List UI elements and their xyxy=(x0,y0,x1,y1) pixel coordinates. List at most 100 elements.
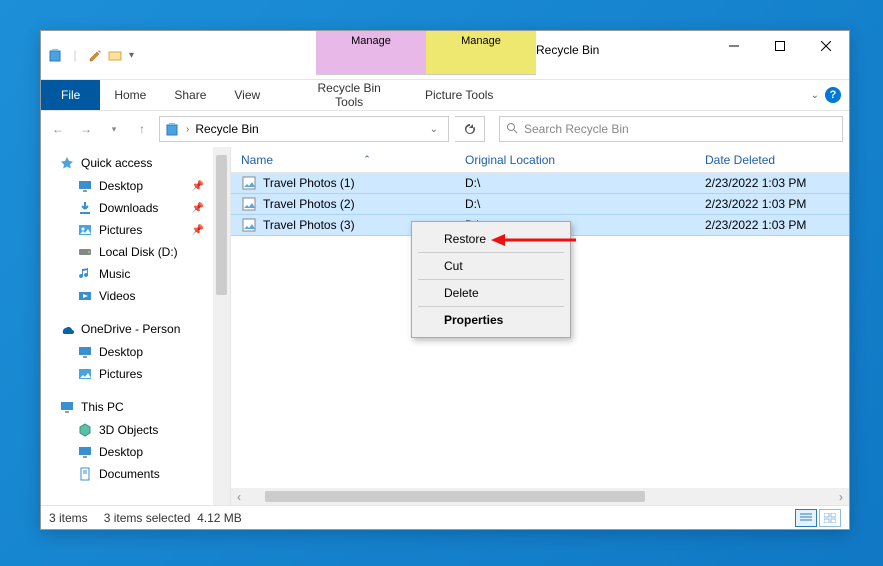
sidebar-item-label: Pictures xyxy=(99,223,142,237)
horizontal-scrollbar[interactable]: ‹ › xyxy=(231,488,849,505)
pin-icon: 📌 xyxy=(192,203,204,214)
sidebar-item-quick-access[interactable]: Quick access xyxy=(41,151,230,175)
context-menu-restore[interactable]: Restore xyxy=(418,226,564,253)
cell-date: 2/23/2022 1:03 PM xyxy=(701,218,849,232)
sidebar-item-pictures[interactable]: Pictures 📌 xyxy=(41,219,230,241)
cell-date: 2/23/2022 1:03 PM xyxy=(701,176,849,190)
documents-icon xyxy=(77,466,93,482)
table-row[interactable]: Travel Photos (2) D:\ 2/23/2022 1:03 PM xyxy=(231,194,849,215)
disk-icon xyxy=(77,244,93,260)
scrollbar-thumb[interactable] xyxy=(216,155,227,295)
help-icon[interactable]: ? xyxy=(825,87,841,103)
sidebar-item-pc-desktop[interactable]: Desktop xyxy=(41,441,230,463)
pin-icon: 📌 xyxy=(192,181,204,192)
search-input[interactable]: Search Recycle Bin xyxy=(499,116,843,142)
scrollbar-thumb[interactable] xyxy=(265,491,645,502)
sidebar-item-local-disk[interactable]: Local Disk (D:) xyxy=(41,241,230,263)
picture-file-icon xyxy=(241,196,257,212)
pin-icon: 📌 xyxy=(192,225,204,236)
sidebar-item-label: Videos xyxy=(99,289,135,303)
context-menu-cut[interactable]: Cut xyxy=(418,253,564,280)
view-details-button[interactable] xyxy=(795,509,817,527)
ribbon-expand-icon[interactable]: ⌄ xyxy=(811,90,819,101)
search-placeholder: Search Recycle Bin xyxy=(524,122,629,136)
qat-sep-icon: | xyxy=(67,47,83,63)
cell-date: 2/23/2022 1:03 PM xyxy=(701,197,849,211)
titlebar: | ▾ Manage Manage Recycle Bin xyxy=(41,31,849,79)
file-tab[interactable]: File xyxy=(41,80,100,110)
column-date-deleted[interactable]: Date Deleted xyxy=(701,153,849,167)
qat-properties-icon[interactable] xyxy=(87,47,103,63)
minimize-button[interactable] xyxy=(711,31,757,61)
desktop-icon xyxy=(77,178,93,194)
search-icon xyxy=(506,122,518,137)
view-tab[interactable]: View xyxy=(220,80,274,110)
ribbon: File Home Share View Recycle Bin Tools P… xyxy=(41,79,849,111)
music-icon xyxy=(77,266,93,282)
cell-name: Travel Photos (1) xyxy=(263,176,355,190)
forward-button[interactable]: → xyxy=(75,118,97,140)
back-button[interactable]: ← xyxy=(47,118,69,140)
ctx-tab-label: Manage xyxy=(351,35,391,47)
ctx-tab-label: Manage xyxy=(461,35,501,47)
chevron-right-icon[interactable]: › xyxy=(186,124,189,135)
column-original-location[interactable]: Original Location xyxy=(461,153,701,167)
sidebar-item-this-pc[interactable]: This PC xyxy=(41,395,230,419)
view-large-icons-button[interactable] xyxy=(819,509,841,527)
window-title: Recycle Bin xyxy=(536,43,599,57)
downloads-icon xyxy=(77,200,93,216)
onedrive-icon xyxy=(59,321,75,337)
address-bar[interactable]: › Recycle Bin ⌄ xyxy=(159,116,449,142)
sidebar-item-label: Downloads xyxy=(99,201,158,215)
sidebar-item-label: 3D Objects xyxy=(99,423,158,437)
sidebar-item-label: This PC xyxy=(81,400,124,414)
sidebar: Quick access Desktop 📌 Downloads 📌 Pictu… xyxy=(41,147,231,505)
this-pc-icon xyxy=(59,399,75,415)
sidebar-item-od-pictures[interactable]: Pictures xyxy=(41,363,230,385)
home-tab[interactable]: Home xyxy=(100,80,160,110)
status-selected: 3 items selected xyxy=(104,511,191,525)
table-row[interactable]: Travel Photos (1) D:\ 2/23/2022 1:03 PM xyxy=(231,173,849,194)
scroll-right-icon[interactable]: › xyxy=(833,490,849,504)
sort-indicator-icon: ⌃ xyxy=(363,154,371,165)
cell-location: D:\ xyxy=(461,197,701,211)
context-menu-delete[interactable]: Delete xyxy=(418,280,564,307)
explorer-window: | ▾ Manage Manage Recycle Bin File Home xyxy=(40,30,850,530)
refresh-button[interactable] xyxy=(455,116,485,142)
picture-file-icon xyxy=(241,217,257,233)
quick-access-icon xyxy=(59,155,75,171)
chevron-down-icon[interactable]: ⌄ xyxy=(430,124,438,135)
sidebar-item-documents[interactable]: Documents xyxy=(41,463,230,485)
recent-dropdown-icon[interactable]: ▾ xyxy=(103,118,125,140)
sidebar-item-onedrive[interactable]: OneDrive - Person xyxy=(41,317,230,341)
desktop-icon xyxy=(77,444,93,460)
nav-bar: ← → ▾ ↑ › Recycle Bin ⌄ Search Recycle B… xyxy=(41,111,849,147)
sidebar-item-label: Desktop xyxy=(99,445,143,459)
column-name[interactable]: Name ⌃ xyxy=(231,153,461,167)
sidebar-item-3d-objects[interactable]: 3D Objects xyxy=(41,419,230,441)
sidebar-item-music[interactable]: Music xyxy=(41,263,230,285)
status-item-count: 3 items xyxy=(49,511,88,525)
close-button[interactable] xyxy=(803,31,849,61)
tab-picture-tools[interactable]: Manage xyxy=(426,31,536,75)
qat-dropdown-icon[interactable]: ▾ xyxy=(129,50,134,61)
tab-recycle-bin-tools[interactable]: Manage xyxy=(316,31,426,75)
up-button[interactable]: ↑ xyxy=(131,118,153,140)
sidebar-item-label: OneDrive - Person xyxy=(81,322,180,336)
3d-objects-icon xyxy=(77,422,93,438)
sidebar-item-videos[interactable]: Videos xyxy=(41,285,230,307)
sidebar-item-desktop[interactable]: Desktop 📌 xyxy=(41,175,230,197)
scroll-left-icon[interactable]: ‹ xyxy=(231,490,247,504)
context-menu-properties[interactable]: Properties xyxy=(418,307,564,333)
qat-new-folder-icon[interactable] xyxy=(107,47,123,63)
maximize-button[interactable] xyxy=(757,31,803,61)
sidebar-item-label: Documents xyxy=(99,467,160,481)
sidebar-item-od-desktop[interactable]: Desktop xyxy=(41,341,230,363)
cell-location: D:\ xyxy=(461,176,701,190)
share-tab[interactable]: Share xyxy=(160,80,220,110)
picture-tools-tab[interactable]: Picture Tools xyxy=(404,80,514,110)
context-menu: Restore Cut Delete Properties xyxy=(411,221,571,338)
sidebar-scrollbar[interactable] xyxy=(213,147,230,505)
picture-file-icon xyxy=(241,175,257,191)
sidebar-item-downloads[interactable]: Downloads 📌 xyxy=(41,197,230,219)
